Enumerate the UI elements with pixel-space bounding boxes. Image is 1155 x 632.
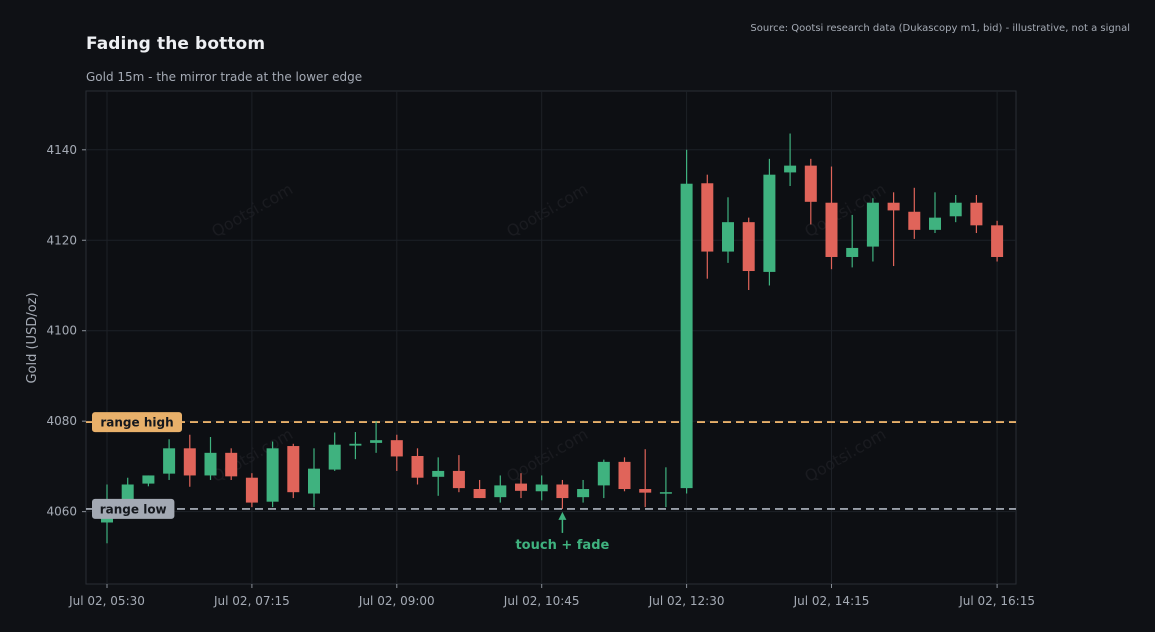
candle-body (287, 446, 300, 493)
candle-body (970, 202, 983, 226)
candle-body (722, 222, 734, 252)
annotation-label: touch + fade (515, 538, 609, 553)
candle-body (432, 470, 445, 477)
y-axis: 4060 4080 4100 4120 4140 (46, 143, 86, 519)
x-tick-label: Jul 02, 05:30 (68, 594, 145, 608)
y-tick-label: 4120 (46, 233, 77, 247)
candle-body (597, 461, 610, 486)
candle-body (680, 183, 693, 489)
plot-area (85, 90, 1017, 585)
candle-body (639, 489, 652, 493)
candle-body (328, 444, 341, 470)
candle-body (618, 461, 631, 490)
candle-body (535, 484, 548, 492)
candle-body (577, 489, 590, 498)
candle-body (804, 165, 817, 202)
candle-body (556, 484, 569, 499)
x-tick-label: Jul 02, 09:00 (358, 594, 435, 608)
candle-body (494, 485, 507, 498)
x-tick-label: Jul 02, 12:30 (648, 594, 725, 608)
candle-body (183, 448, 196, 476)
candle-body (225, 452, 238, 477)
candle-body (515, 483, 527, 491)
candle-body (991, 225, 1004, 257)
candle-body (349, 443, 362, 446)
candle-body (452, 470, 465, 489)
candle-body (204, 452, 217, 476)
y-tick-label: 4080 (46, 414, 77, 428)
candle-body (101, 518, 113, 523)
y-axis-label: Gold (USD/oz) (25, 292, 40, 383)
candle-body (473, 489, 486, 499)
range-high-label: range high (100, 416, 173, 430)
candle-body (659, 492, 672, 494)
y-tick-label: 4100 (46, 324, 77, 338)
candle-body (163, 448, 176, 474)
candle-body (142, 475, 155, 484)
candle-body (866, 202, 879, 247)
candle-body (784, 165, 797, 173)
candle-body (411, 456, 424, 478)
candlestick-chart: Qootsi.com Qootsi.com Qootsi.comQootsi.com… (25, 90, 1035, 608)
x-tick-label: Jul 02, 07:15 (213, 594, 290, 608)
candle-body (949, 202, 962, 217)
y-tick-label: 4140 (46, 143, 77, 157)
candle-body (929, 217, 941, 230)
candle-body (370, 440, 383, 443)
candle-body (908, 211, 921, 230)
candle-body (701, 183, 714, 252)
candle-body (825, 202, 838, 257)
x-tick-label: Jul 02, 10:45 (503, 594, 580, 608)
y-tick-label: 4060 (46, 505, 77, 519)
x-tick-label: Jul 02, 14:15 (793, 594, 870, 608)
x-axis: Jul 02, 05:30 Jul 02, 07:15 Jul 02, 09:00 J… (68, 584, 1035, 608)
candle-body (245, 477, 258, 503)
candle-body (742, 222, 755, 272)
candle-body (266, 448, 279, 502)
candle-body (390, 440, 403, 457)
candle-body (887, 202, 900, 211)
candle-body (763, 174, 776, 272)
x-tick-label: Jul 02, 16:15 (958, 594, 1035, 608)
candle-body (846, 247, 859, 257)
range-low-label: range low (100, 502, 167, 516)
candle-body (308, 468, 320, 494)
